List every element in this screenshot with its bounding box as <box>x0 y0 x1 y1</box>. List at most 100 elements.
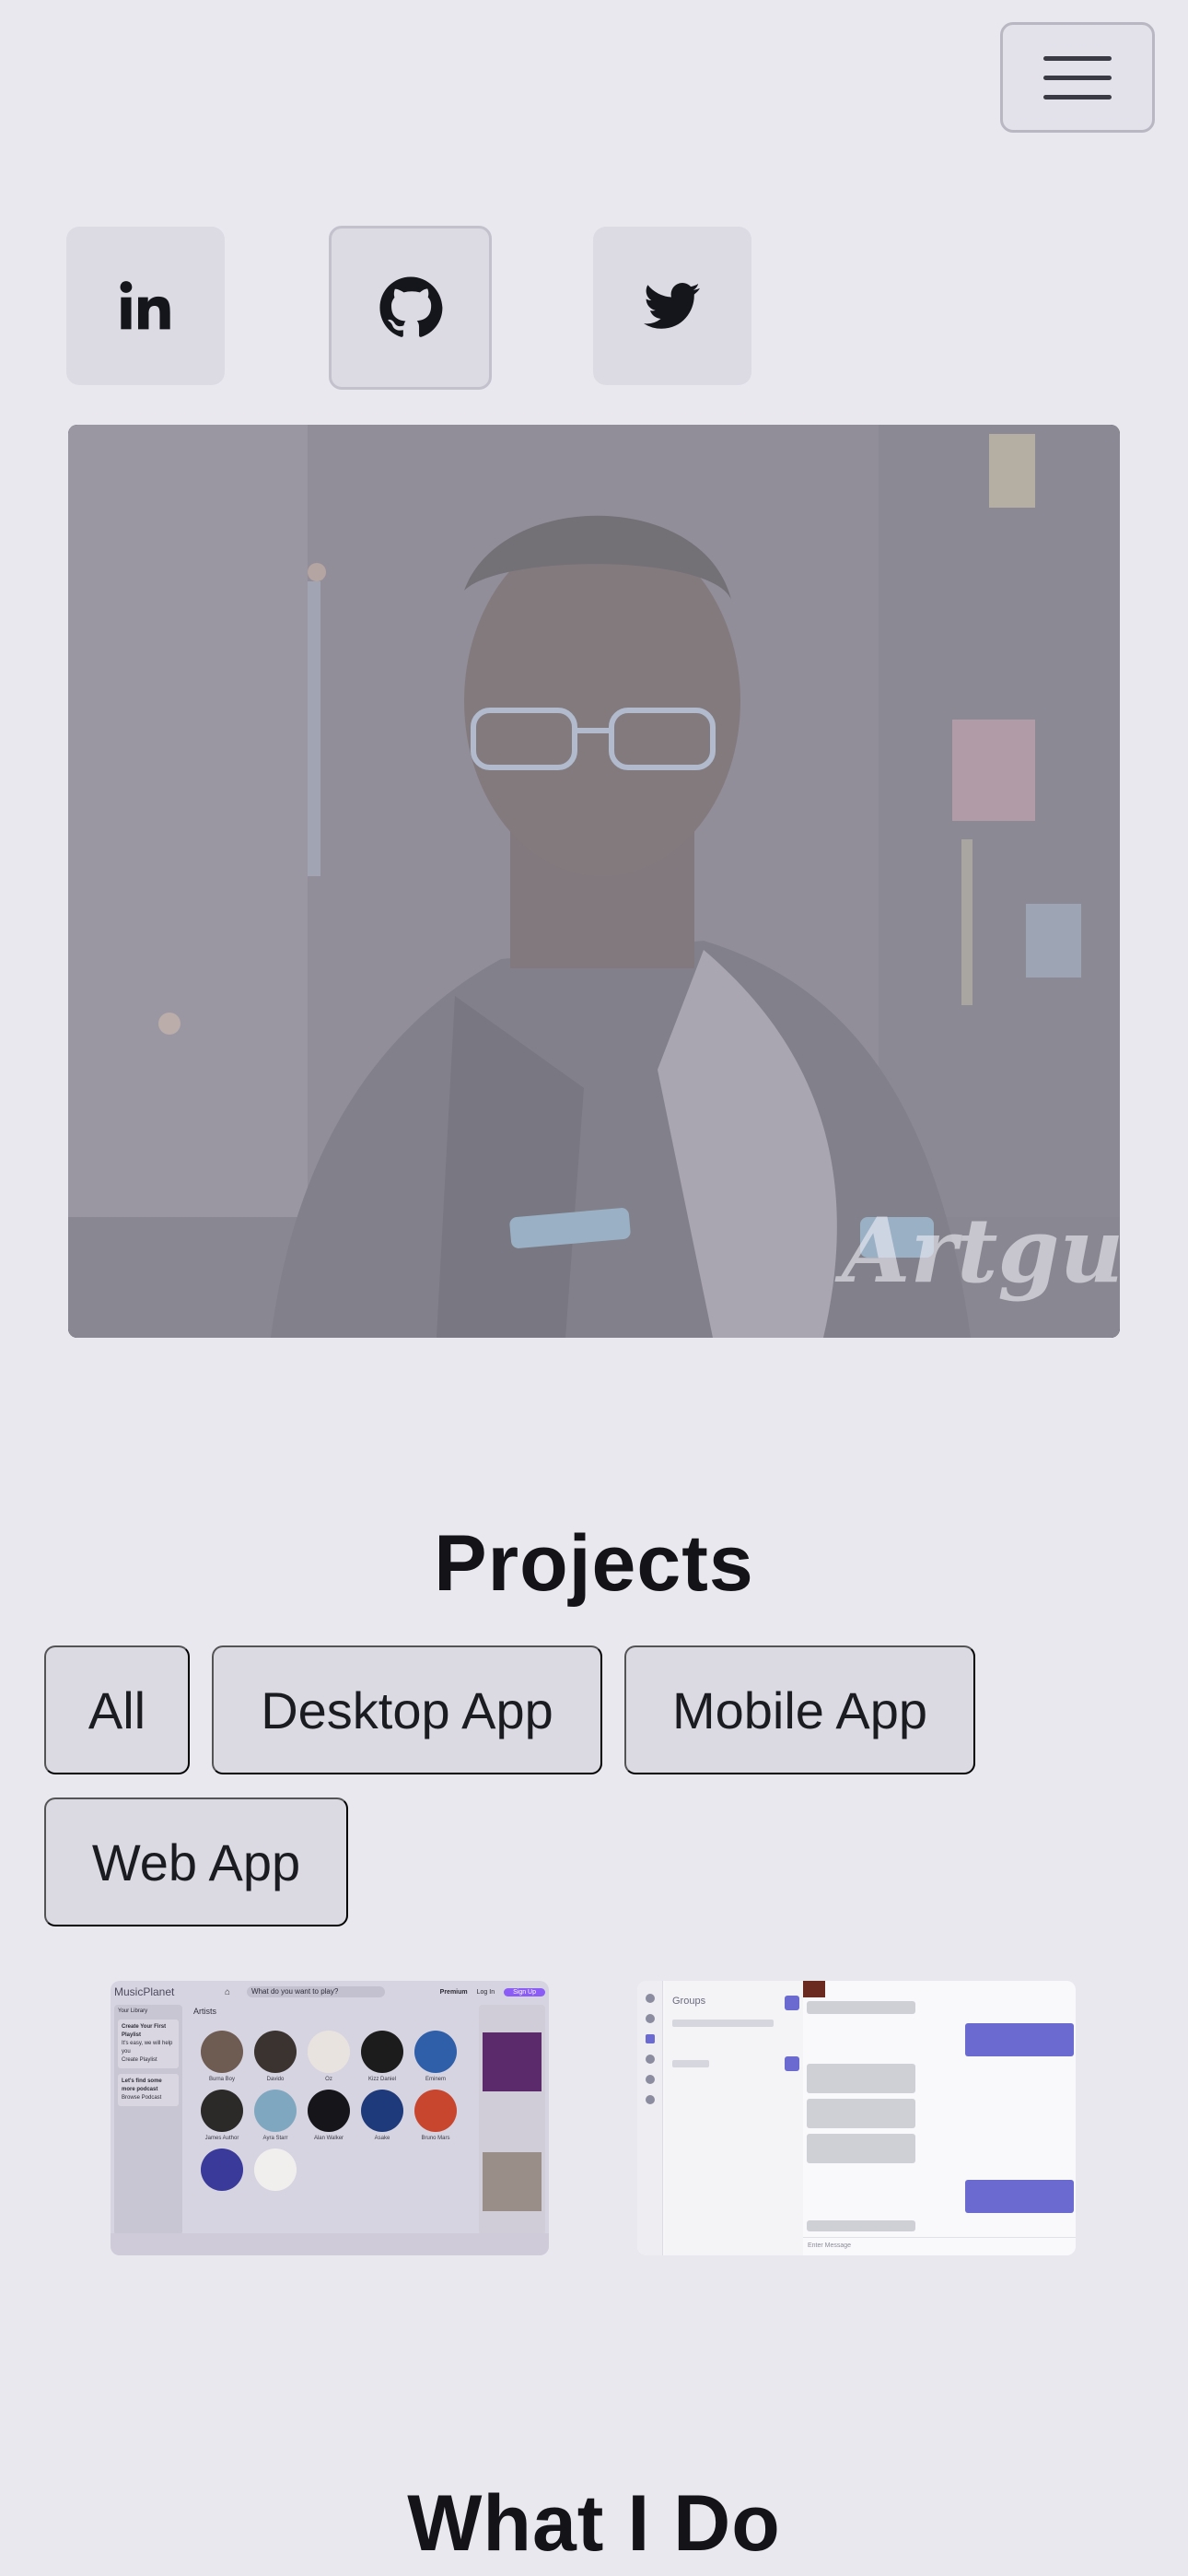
artist-name: Burna Boy <box>208 2077 236 2082</box>
album-cover <box>483 2152 542 2211</box>
project-card-chat-app[interactable]: Groups Enter Message <box>637 1981 1076 2255</box>
projects-heading: Projects <box>434 1519 754 1608</box>
artist-item: Alan Walker <box>302 2090 355 2141</box>
group-avatar <box>785 1996 799 2010</box>
chat-app-groups-panel: Groups <box>665 1981 803 2255</box>
album-cover <box>483 2032 542 2091</box>
artist-avatar <box>414 2031 457 2073</box>
profile-photo: Artguru <box>68 425 1120 1338</box>
filter-mobile-app-button[interactable]: Mobile App <box>624 1645 975 1774</box>
artist-name: Kizz Daniel <box>367 2077 396 2082</box>
nav-icon <box>646 2095 655 2104</box>
message-incoming <box>807 2099 915 2128</box>
group-row <box>672 2020 774 2027</box>
artist-name: Asake <box>374 2136 390 2141</box>
artist-avatar <box>361 2090 403 2132</box>
music-app-library-title: Your Library <box>118 2008 148 2014</box>
group-avatar <box>785 2056 799 2071</box>
artist-name: Davido <box>266 2077 285 2082</box>
message-incoming <box>807 2134 915 2163</box>
filter-all-button[interactable]: All <box>44 1645 190 1774</box>
twitter-icon <box>644 283 700 329</box>
message-incoming <box>807 2064 915 2093</box>
artist-name: James Author <box>204 2136 239 2141</box>
nav-icon <box>646 2055 655 2064</box>
linkedin-icon <box>120 281 170 330</box>
music-app-player-bar <box>111 2233 549 2255</box>
artist-item: Burna Boy <box>195 2031 249 2082</box>
music-app-search: What do you want to play? <box>247 1986 386 1997</box>
filter-web-app-button[interactable]: Web App <box>44 1797 348 1926</box>
music-app-right-panel <box>479 2005 545 2235</box>
artist-avatar <box>254 2090 297 2132</box>
artist-item: James Author <box>195 2090 249 2141</box>
chat-app-nav <box>637 1981 663 2255</box>
artist-avatar <box>361 2031 403 2073</box>
chat-app-groups-title: Groups <box>672 1996 706 2007</box>
group-row <box>672 2060 709 2067</box>
project-card-music-app[interactable]: MusicPlanet ⌂ What do you want to play? … <box>111 1981 549 2255</box>
music-app-playlist-block: Create Your First Playlist It's easy, we… <box>118 2020 179 2068</box>
music-app-playlist-button: Create Playlist <box>122 2057 157 2063</box>
chat-app-conversation: Enter Message <box>803 1981 1076 2255</box>
music-app-playlist-text: It's easy, we will help you <box>122 2041 173 2055</box>
music-app-library: Your Library Create Your First Playlist … <box>114 2005 182 2235</box>
artist-name: Eminem <box>425 2077 446 2082</box>
home-icon: ⌂ <box>225 1986 231 1997</box>
menu-button[interactable] <box>1000 22 1155 133</box>
nav-icon <box>646 2014 655 2023</box>
watermark-text: Artguru <box>842 1199 1120 1303</box>
music-app-premium: Premium <box>439 1988 468 1996</box>
github-button[interactable] <box>329 226 492 390</box>
music-app-podcast-block: Let's find some more podcast Browse Podc… <box>118 2074 179 2106</box>
artist-item: Oz <box>302 2031 355 2082</box>
artist-avatar <box>308 2031 350 2073</box>
chat-avatar <box>803 1981 825 1997</box>
nav-icon <box>646 2075 655 2084</box>
message-incoming <box>807 2001 915 2014</box>
music-app-logo: MusicPlanet <box>114 1985 175 1998</box>
hamburger-icon-line <box>1043 75 1112 80</box>
artist-item: Bruno Mars <box>409 2090 462 2141</box>
nav-icon <box>646 1994 655 2003</box>
artist-name: Bruno Mars <box>421 2136 450 2141</box>
artist-item: Kizz Daniel <box>355 2031 409 2082</box>
artist-name: Alan Walker <box>313 2136 344 2141</box>
artist-avatar <box>254 2149 297 2191</box>
music-app-artists-grid: Burna Boy Davido Oz Kizz Daniel Eminem J… <box>195 2031 472 2191</box>
music-app-login: Log In <box>476 1988 495 1996</box>
what-i-do-heading: What I Do <box>407 2479 781 2568</box>
message-outgoing <box>965 2023 1074 2056</box>
nav-icon <box>646 2034 655 2043</box>
hamburger-icon <box>1043 55 1112 61</box>
artist-item <box>249 2149 302 2191</box>
music-app-auth: Premium Log In Sign Up <box>439 1987 545 1996</box>
message-outgoing <box>965 2180 1074 2213</box>
artist-item: Davido <box>249 2031 302 2082</box>
linkedin-button[interactable] <box>66 227 225 385</box>
hamburger-icon-line <box>1043 94 1112 100</box>
artist-avatar <box>201 2149 243 2191</box>
github-icon <box>379 276 442 337</box>
artist-name: Oz <box>325 2077 332 2082</box>
music-app-podcast-button: Browse Podcast <box>122 2095 162 2101</box>
artist-item <box>195 2149 249 2191</box>
twitter-button[interactable] <box>593 227 751 385</box>
chat-app-input: Enter Message <box>803 2237 1076 2255</box>
artist-avatar <box>201 2031 243 2073</box>
artist-item: Eminem <box>409 2031 462 2082</box>
artist-name: Ayra Starr <box>262 2136 288 2141</box>
music-app-playlist-title: Create Your First Playlist <box>122 2024 167 2038</box>
music-app-podcast-title: Let's find some more podcast <box>122 2078 162 2092</box>
portfolio-page: Artguru Projects All Desktop App Mobile … <box>0 0 1188 2576</box>
music-app-artists-heading: Artists <box>193 2007 217 2016</box>
filter-desktop-app-button[interactable]: Desktop App <box>212 1645 602 1774</box>
artist-avatar <box>308 2090 350 2132</box>
artist-avatar <box>201 2090 243 2132</box>
artist-item: Ayra Starr <box>249 2090 302 2141</box>
music-app-topbar: MusicPlanet ⌂ What do you want to play? … <box>111 1981 549 2003</box>
artist-item: Asake <box>355 2090 409 2141</box>
message-incoming <box>807 2220 915 2231</box>
music-app-signup: Sign Up <box>504 1987 545 1996</box>
artist-avatar <box>414 2090 457 2132</box>
